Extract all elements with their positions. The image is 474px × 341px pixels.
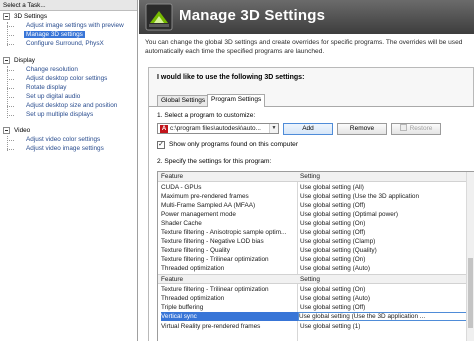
table-row[interactable]: Threaded optimization Use global setting … <box>158 294 474 303</box>
title-banner: Manage 3D Settings <box>139 0 474 34</box>
settings-heading: I would like to use the following 3D set… <box>157 74 305 81</box>
table-row[interactable]: Texture filtering - Quality Use global se… <box>158 246 474 255</box>
tree-item-multiple-displays[interactable]: Set up multiple displays <box>26 110 93 119</box>
tree-section-display[interactable]: Display <box>14 56 35 65</box>
table-row[interactable]: Threaded optimization Use global setting … <box>158 264 474 273</box>
collapse-icon[interactable] <box>3 13 10 20</box>
tree-section-video[interactable]: Video <box>14 126 30 135</box>
tree-item-rotate-display[interactable]: Rotate display <box>26 83 67 92</box>
tree-item-adjust-desktop-color[interactable]: Adjust desktop color settings <box>26 74 107 83</box>
autodesk-program-icon: A <box>160 125 168 133</box>
page-title: Manage 3D Settings <box>179 7 326 24</box>
collapse-icon[interactable] <box>3 57 10 64</box>
tree-item-configure-surround[interactable]: Configure Surround, PhysX <box>26 39 104 48</box>
program-select[interactable]: A c:\program files\autodesk\auto... ▼ <box>157 123 279 134</box>
nvidia-3d-icon <box>145 3 173 31</box>
tree-item-desktop-size[interactable]: Adjust desktop size and position <box>26 101 117 110</box>
show-only-programs-label: Show only programs found on this compute… <box>169 141 299 148</box>
table-scrollbar[interactable] <box>466 172 474 341</box>
table-row[interactable]: Shader Cache Use global setting (On) <box>158 219 474 228</box>
restore-icon <box>399 124 407 131</box>
restore-button[interactable]: Restore <box>391 123 441 135</box>
table-header: Feature Setting <box>158 172 474 182</box>
add-button[interactable]: Add <box>283 123 333 135</box>
tree-item-digital-audio[interactable]: Set up digital audio <box>26 92 80 101</box>
tab-global-settings[interactable]: Global Settings <box>157 95 210 106</box>
tree-item-adjust-image-settings[interactable]: Adjust image settings with preview <box>26 21 124 30</box>
settings-table: Feature Setting CUDA - GPUs Use global se… <box>157 171 474 341</box>
header-feature-secondary[interactable]: Feature <box>161 275 296 285</box>
table-row[interactable]: Power management mode Use global setting … <box>158 210 474 219</box>
header-feature[interactable]: Feature <box>161 172 296 182</box>
table-header-secondary: Feature Setting <box>158 274 474 284</box>
task-pane: Select a Task... 3D Settings Adjust imag… <box>0 0 138 341</box>
table-row[interactable]: Multi-Frame Sampled AA (MFAA) Use global … <box>158 201 474 210</box>
page-description: You can change the global 3D settings an… <box>145 39 463 55</box>
table-row[interactable]: Triple buffering Use global setting (Off) <box>158 303 474 312</box>
table-row[interactable]: Texture filtering - Trilinear optimizati… <box>158 255 474 264</box>
task-pane-header: Select a Task... <box>0 0 137 11</box>
settings-frame: I would like to use the following 3D set… <box>148 67 474 341</box>
step2-label: 2. Specify the settings for this program… <box>157 158 272 165</box>
main-content: Manage 3D Settings You can change the gl… <box>139 0 474 341</box>
tree-section-3d-settings[interactable]: 3D Settings <box>14 12 47 21</box>
scrollbar-thumb[interactable] <box>468 258 473 328</box>
tree-item-manage-3d-settings[interactable]: Manage 3D settings <box>24 30 85 39</box>
header-setting[interactable]: Setting <box>300 172 420 182</box>
program-select-value: c:\program files\autodesk\auto... <box>170 125 261 132</box>
table-row[interactable]: CUDA - GPUs Use global setting (All) <box>158 183 474 192</box>
setting-dropdown[interactable]: Use global setting (Use the 3D applicati… <box>298 312 468 321</box>
step1-label: 1. Select a program to customize: <box>157 112 256 119</box>
dropdown-arrow-icon[interactable]: ▼ <box>269 124 278 133</box>
table-row[interactable]: Texture filtering - Trilinear optimizati… <box>158 285 474 294</box>
checkbox-checked-icon[interactable]: ✓ <box>157 141 165 149</box>
collapse-icon[interactable] <box>3 127 10 134</box>
table-row-selected[interactable]: Vertical sync Use global setting (Use th… <box>158 312 474 321</box>
tree-item-video-image[interactable]: Adjust video image settings <box>26 144 104 153</box>
remove-button[interactable]: Remove <box>337 123 387 135</box>
table-row[interactable]: Virtual Reality pre-rendered frames Use g… <box>158 322 474 331</box>
header-setting-secondary[interactable]: Setting <box>300 275 420 285</box>
restore-button-label: Restore <box>409 125 433 132</box>
table-row[interactable]: Maximum pre-rendered frames Use global se… <box>158 192 474 201</box>
tab-program-settings[interactable]: Program Settings <box>207 94 266 107</box>
tree-item-change-resolution[interactable]: Change resolution <box>26 65 78 74</box>
program-settings-panel: 1. Select a program to customize: A c:\p… <box>149 106 474 341</box>
table-row[interactable]: Texture filtering - Anisotropic sample o… <box>158 228 474 237</box>
table-row[interactable]: Texture filtering - Negative LOD bias Use… <box>158 237 474 246</box>
tree-item-video-color[interactable]: Adjust video color settings <box>26 135 100 144</box>
